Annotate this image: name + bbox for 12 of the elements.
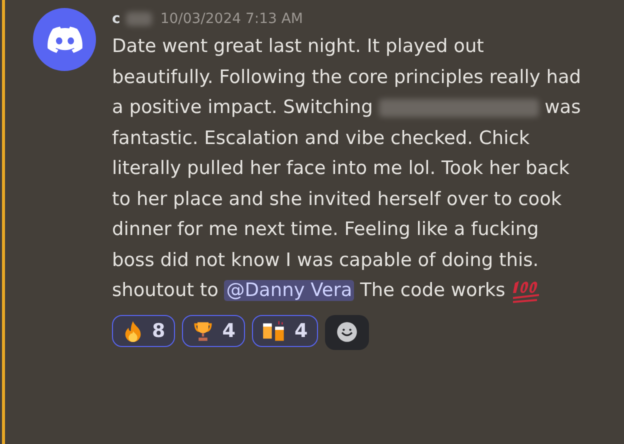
hundred-points-icon xyxy=(511,278,542,303)
user-mention[interactable]: @Danny Vera xyxy=(224,280,354,301)
add-reaction-button[interactable] xyxy=(324,314,369,350)
message-text: Date went great last night. It played out beautifully. Following the core principles really had a positive impact. Switching was fantastic. Escalation and vibe checked. Chick literally pulled her face into me lol. Took her back to her place and she invited herself over to cook dinner for me next time. Feeling like a fucking boss did not know I was capable of doing this. shoutout to @Danny Vera The code works xyxy=(112,35,582,305)
reaction-button[interactable]: 4 xyxy=(252,314,318,346)
reaction-button[interactable]: 8 xyxy=(112,314,176,346)
reaction-button[interactable]: 4 xyxy=(182,314,246,346)
smiley-icon xyxy=(336,321,358,343)
beers-icon xyxy=(262,320,286,342)
author-name[interactable]: c xyxy=(112,11,120,27)
timestamp: 10/03/2024 7:13 AM xyxy=(160,11,303,27)
trophy-icon xyxy=(192,320,214,342)
